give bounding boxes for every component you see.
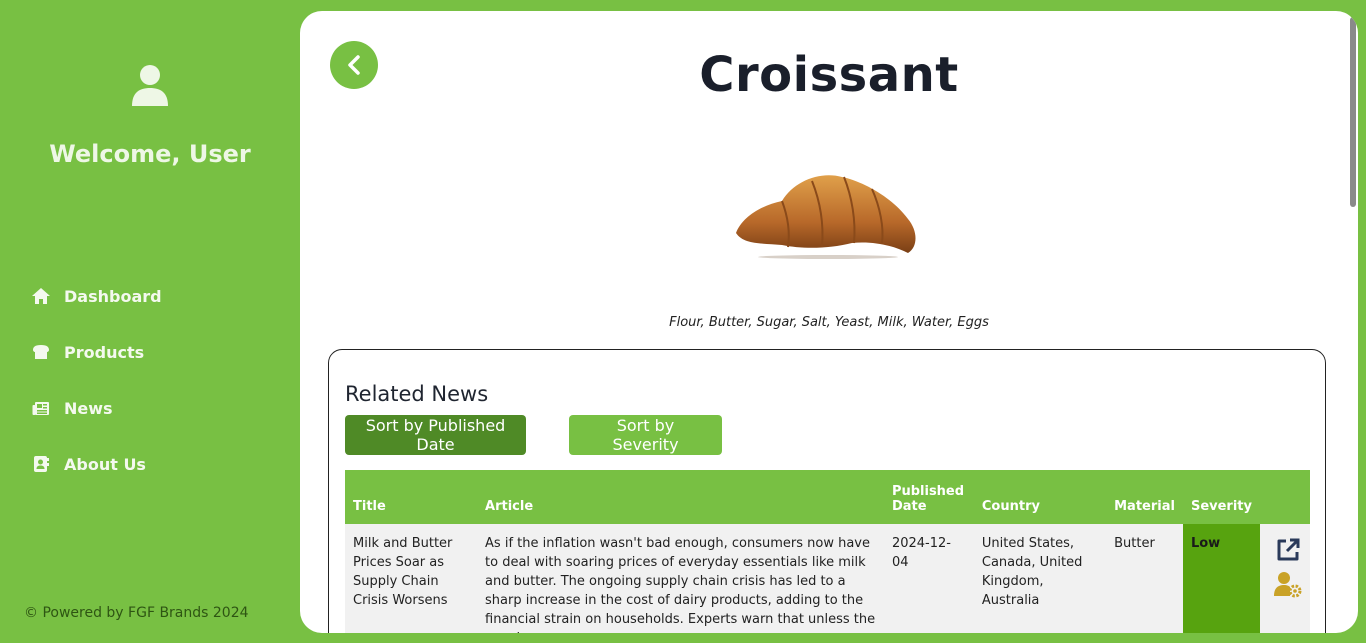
- user-avatar-icon: [132, 65, 168, 106]
- sidebar-item-products[interactable]: Products: [30, 324, 162, 380]
- table-header-row: Title Article Published Date Country Mat…: [345, 470, 1310, 524]
- product-detail-panel: Croissant Flour, Butter, Sugar, Salt, Ye…: [300, 11, 1358, 633]
- croissant-image: [736, 175, 916, 259]
- scrollbar-thumb[interactable]: [1350, 17, 1356, 207]
- sort-by-severity-button[interactable]: Sort by Severity: [569, 415, 722, 455]
- sidebar-item-label: Dashboard: [64, 286, 162, 306]
- section-heading: Related News: [345, 382, 489, 406]
- column-header-material[interactable]: Material: [1106, 470, 1183, 524]
- ingredients-list: Flour, Butter, Sugar, Salt, Yeast, Milk,…: [669, 315, 989, 330]
- news-table: Title Article Published Date Country Mat…: [345, 470, 1310, 633]
- news-material-cell: Butter: [1106, 524, 1183, 633]
- related-news-section: Related News Sort by Published Date Sort…: [328, 349, 1326, 633]
- news-title-cell: Milk and Butter Prices Soar as Supply Ch…: [345, 524, 478, 633]
- external-link-icon[interactable]: [1274, 536, 1302, 564]
- column-header-article[interactable]: Article: [477, 470, 884, 524]
- sidebar: Welcome, User Dashboard Products News Ab…: [0, 0, 300, 643]
- sidebar-item-label: About Us: [64, 454, 146, 474]
- newspaper-icon: [30, 397, 52, 419]
- sidebar-item-dashboard[interactable]: Dashboard: [30, 268, 162, 324]
- footer-credit: © Powered by FGF Brands 2024: [24, 605, 249, 621]
- page-title: Croissant: [699, 47, 959, 103]
- news-date-cell: 2024-12-04: [883, 524, 974, 633]
- home-icon: [30, 285, 52, 307]
- news-country-cell: United States, Canada, United Kingdom, A…: [973, 524, 1107, 633]
- severity-badge: Low: [1182, 524, 1260, 633]
- column-header-title[interactable]: Title: [345, 470, 478, 524]
- address-book-icon: [30, 453, 52, 475]
- user-settings-icon[interactable]: [1273, 570, 1302, 598]
- news-article-cell: As if the inflation wasn't bad enough, c…: [477, 524, 884, 633]
- sidebar-item-news[interactable]: News: [30, 380, 162, 436]
- welcome-text: Welcome, User: [49, 140, 251, 168]
- bread-icon: [30, 341, 52, 363]
- column-header-actions: [1259, 470, 1310, 524]
- scrollbar[interactable]: [1348, 11, 1358, 633]
- sidebar-item-label: Products: [64, 342, 145, 362]
- sidebar-nav: Dashboard Products News About Us: [30, 268, 162, 492]
- row-actions: [1259, 524, 1310, 633]
- column-header-country[interactable]: Country: [973, 470, 1107, 524]
- table-row: Milk and Butter Prices Soar as Supply Ch…: [345, 524, 1310, 633]
- column-header-severity[interactable]: Severity: [1182, 470, 1260, 524]
- column-header-published-date[interactable]: Published Date: [883, 470, 974, 524]
- sidebar-item-about-us[interactable]: About Us: [30, 436, 162, 492]
- sort-by-date-button[interactable]: Sort by Published Date: [345, 415, 526, 455]
- sidebar-item-label: News: [64, 398, 113, 418]
